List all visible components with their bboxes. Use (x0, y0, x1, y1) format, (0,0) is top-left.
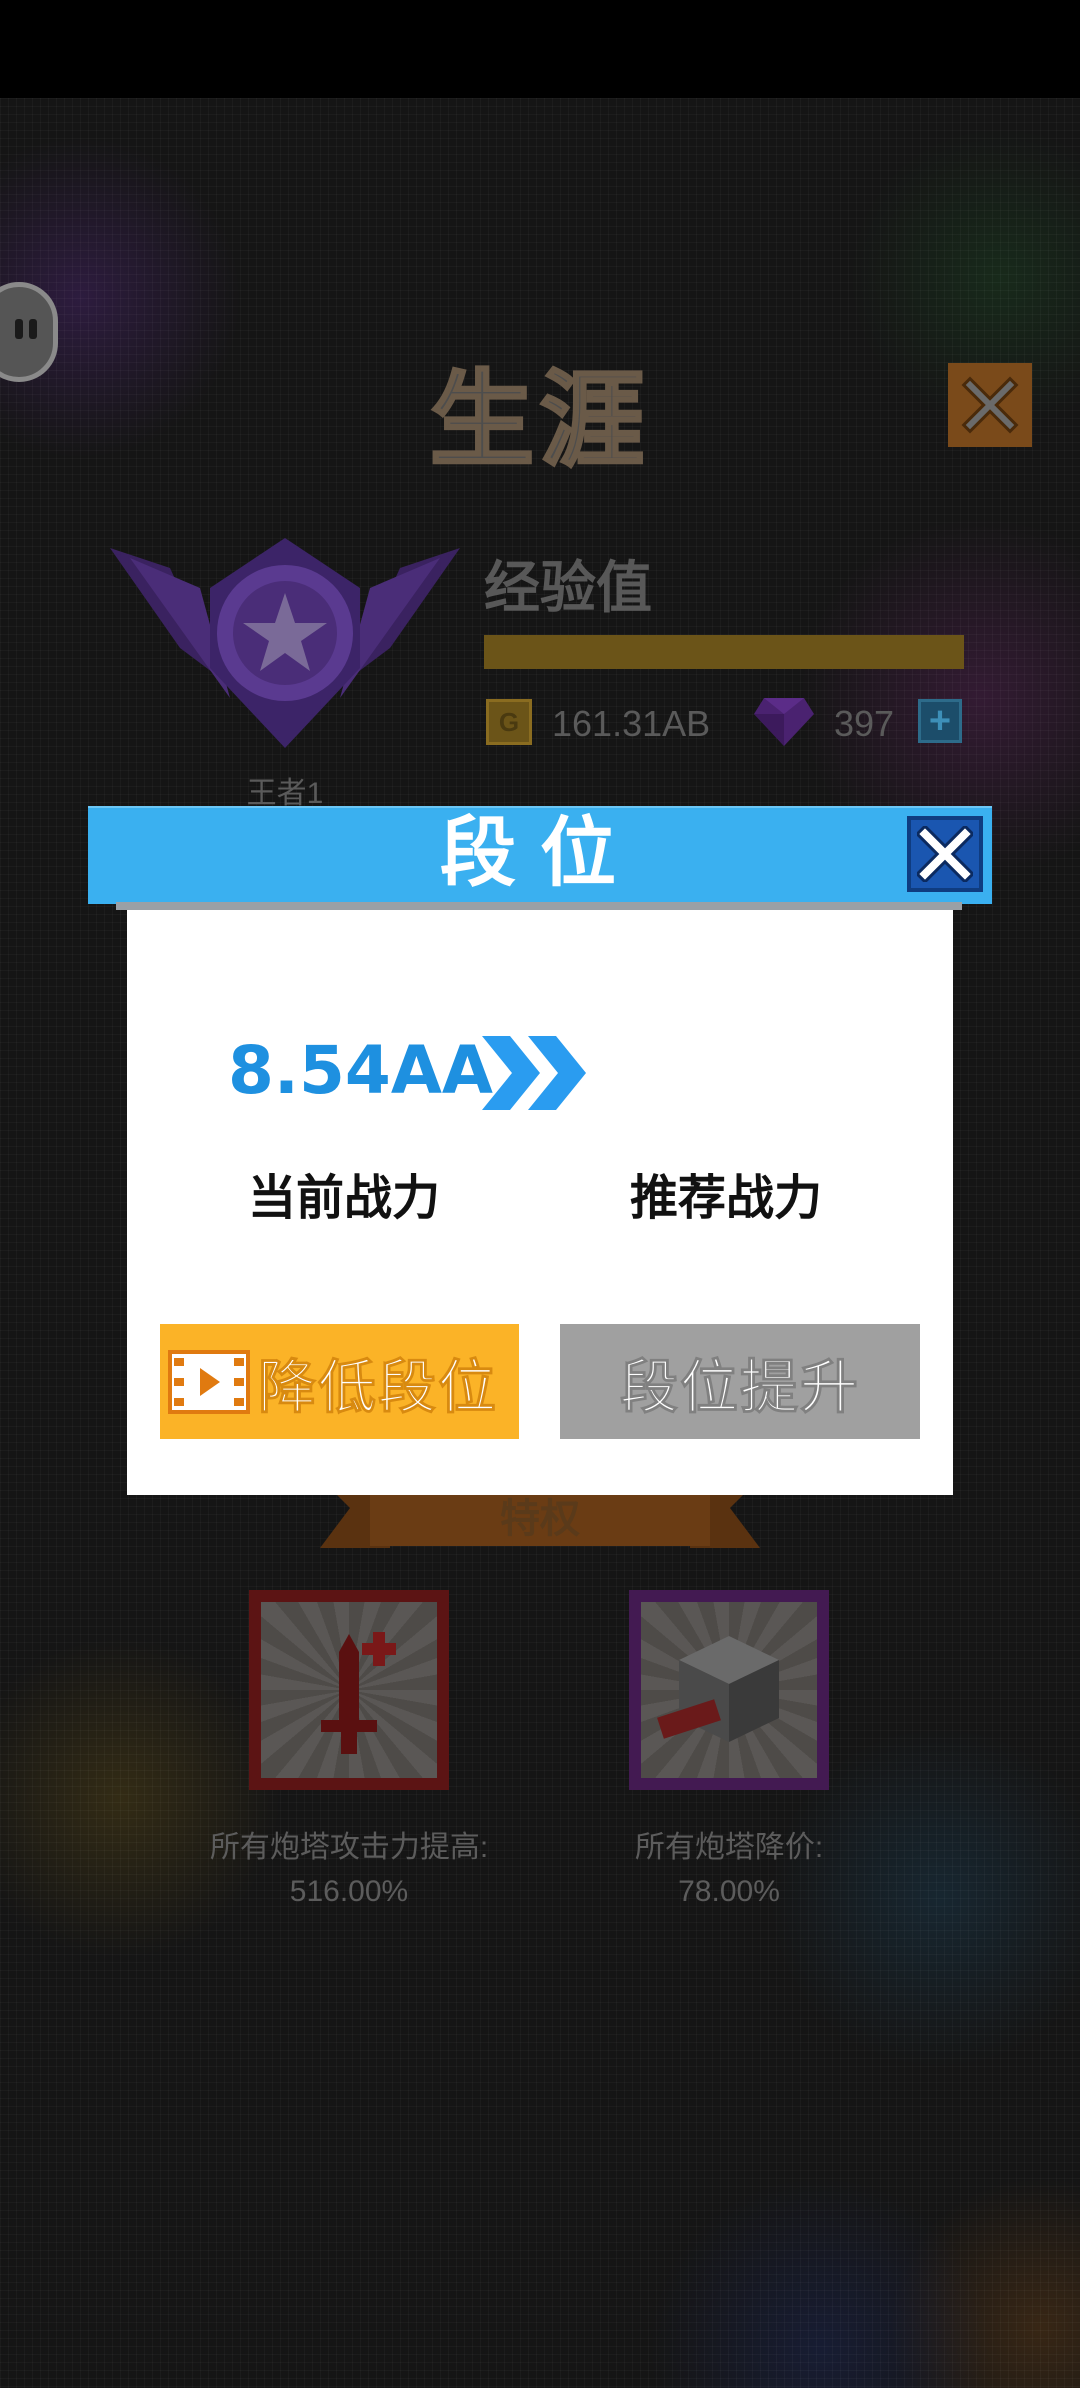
perk-sale-description: 所有炮塔降价: 78.00% (634, 1831, 824, 1908)
raise-rank-button[interactable]: 段位提升 (560, 1324, 920, 1439)
lower-rank-label: 降低段位 (257, 1354, 499, 1420)
modal-title: 段位 (440, 811, 640, 896)
rank-badge-icon (110, 538, 460, 748)
video-ad-icon (168, 1349, 250, 1414)
coin-icon: G (486, 699, 532, 745)
perk-attack-description: 所有炮塔攻击力提高: 516.00% (209, 1831, 489, 1908)
perk-attack-card[interactable] (249, 1590, 449, 1790)
gem-balance: 397 (834, 703, 895, 744)
sale-cube-icon (657, 1636, 779, 1742)
gem-icon (754, 698, 814, 746)
modal-header-divider (116, 902, 962, 910)
close-icon (961, 376, 1019, 434)
modal-close-button[interactable] (907, 816, 983, 892)
add-gems-button[interactable]: + (918, 699, 962, 743)
close-icon (917, 826, 973, 882)
coin-balance: 161.31AB (552, 703, 711, 744)
status-bar (0, 0, 1080, 98)
current-power-label: 当前战力 (248, 1172, 441, 1225)
xp-progress-bar (484, 635, 964, 669)
career-title: 生涯 (428, 362, 650, 481)
recommended-power-label: 推荐战力 (630, 1172, 823, 1225)
double-chevron-right-icon (482, 1036, 586, 1110)
raise-rank-label: 段位提升 (619, 1354, 860, 1420)
current-power-value: 8.54AA (228, 1032, 493, 1109)
career-close-button[interactable] (948, 363, 1032, 447)
xp-label: 经验值 (484, 556, 652, 619)
sword-plus-icon (321, 1632, 396, 1754)
perk-sale-card[interactable] (629, 1590, 829, 1790)
lower-rank-button[interactable]: 降低段位 (160, 1324, 519, 1439)
